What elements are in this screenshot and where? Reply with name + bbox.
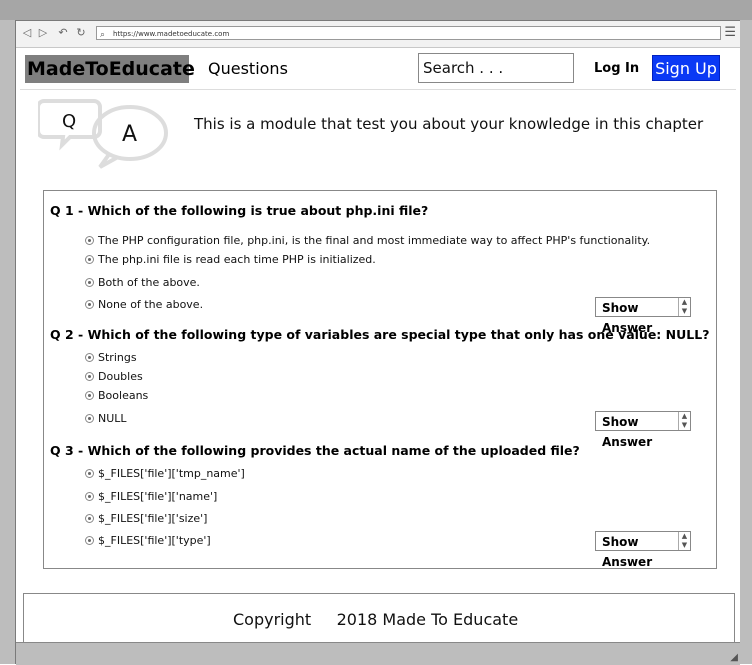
radio-icon[interactable] (85, 491, 94, 501)
question-1-title: Q 1 - Which of the following is true abo… (50, 203, 429, 218)
header-divider (20, 89, 736, 90)
radio-icon[interactable] (85, 277, 94, 287)
show-answer-button-1[interactable]: Show Answer ▲ ▼ (595, 297, 691, 335)
search-icon: ⌕ (100, 30, 106, 40)
forward-arrow-icon[interactable]: ▷ (36, 26, 50, 40)
radio-icon[interactable] (85, 371, 94, 381)
refresh-icon[interactable]: ↻ (74, 26, 88, 40)
show-answer-button-3[interactable]: Show Answer ▲ ▼ (595, 531, 691, 569)
radio-icon[interactable] (85, 390, 94, 400)
question-2-title: Q 2 - Which of the following type of var… (50, 327, 710, 342)
question-1-option-3[interactable]: Both of the above. (85, 276, 200, 289)
vertical-scrollbar[interactable] (739, 20, 752, 664)
address-bar: ◁ ▷ ↶ ↻ ⌕ https://www.madetoeducate.com … (16, 21, 740, 48)
copyright-text: Copyright 2018 Made To Educate (233, 610, 519, 629)
question-3-option-4[interactable]: $_FILES['file']['type'] (85, 534, 211, 547)
spinner-arrows-icon[interactable]: ▲ ▼ (678, 298, 690, 316)
page-content: MadeToEducate Questions Search . . . Log… (20, 47, 736, 664)
status-bar: ◢ (16, 642, 740, 665)
question-1-option-2[interactable]: The php.ini file is read each time PHP i… (85, 253, 376, 266)
search-input[interactable]: Search . . . (418, 53, 574, 83)
quiz-panel: Q 1 - Which of the following is true abo… (43, 190, 717, 569)
left-gutter (0, 20, 16, 664)
brand-logo[interactable]: MadeToEducate (25, 55, 195, 83)
browser-frame: ◁ ▷ ↶ ↻ ⌕ https://www.madetoeducate.com … (0, 0, 752, 665)
radio-icon[interactable] (85, 535, 94, 545)
radio-icon[interactable] (85, 299, 94, 309)
nav-questions-link[interactable]: Questions (208, 59, 288, 78)
back-arrow-icon[interactable]: ◁ (20, 26, 34, 40)
question-2-option-1[interactable]: Strings (85, 351, 137, 364)
qa-logo-q: Q (62, 111, 76, 132)
radio-icon[interactable] (85, 235, 94, 245)
menu-icon[interactable]: ☰ (724, 25, 736, 40)
radio-icon[interactable] (85, 513, 94, 523)
signup-button[interactable]: Sign Up (652, 55, 720, 81)
question-2-option-4[interactable]: NULL (85, 412, 127, 425)
radio-icon[interactable] (85, 468, 94, 478)
question-3-option-1[interactable]: $_FILES['file']['tmp_name'] (85, 467, 245, 480)
window-title-bar (0, 0, 752, 21)
spinner-arrows-icon[interactable]: ▲ ▼ (678, 412, 690, 430)
qa-logo-a: A (122, 122, 137, 147)
show-answer-button-2[interactable]: Show Answer ▲ ▼ (595, 411, 691, 449)
question-3-title: Q 3 - Which of the following provides th… (50, 443, 580, 458)
resize-grip-icon[interactable]: ◢ (730, 652, 738, 663)
spinner-arrows-icon[interactable]: ▲ ▼ (678, 532, 690, 550)
browser-window: ◁ ▷ ↶ ↻ ⌕ https://www.madetoeducate.com … (16, 21, 740, 665)
radio-icon[interactable] (85, 352, 94, 362)
login-link[interactable]: Log In (594, 61, 639, 76)
question-1-option-1[interactable]: The PHP configuration file, php.ini, is … (85, 234, 650, 247)
url-field[interactable]: ⌕ https://www.madetoeducate.com (96, 26, 721, 40)
radio-icon[interactable] (85, 413, 94, 423)
qa-bubbles-icon: Q A (38, 99, 168, 169)
question-3-option-3[interactable]: $_FILES['file']['size'] (85, 512, 207, 525)
url-text: https://www.madetoeducate.com (113, 30, 230, 38)
intro-text: This is a module that test you about you… (194, 115, 704, 133)
question-1-option-4[interactable]: None of the above. (85, 298, 203, 311)
radio-icon[interactable] (85, 254, 94, 264)
question-3-option-2[interactable]: $_FILES['file']['name'] (85, 490, 217, 503)
question-2-option-3[interactable]: Booleans (85, 389, 148, 402)
undo-icon[interactable]: ↶ (56, 26, 70, 40)
question-2-option-2[interactable]: Doubles (85, 370, 143, 383)
footer: Copyright 2018 Made To Educate (23, 593, 735, 645)
